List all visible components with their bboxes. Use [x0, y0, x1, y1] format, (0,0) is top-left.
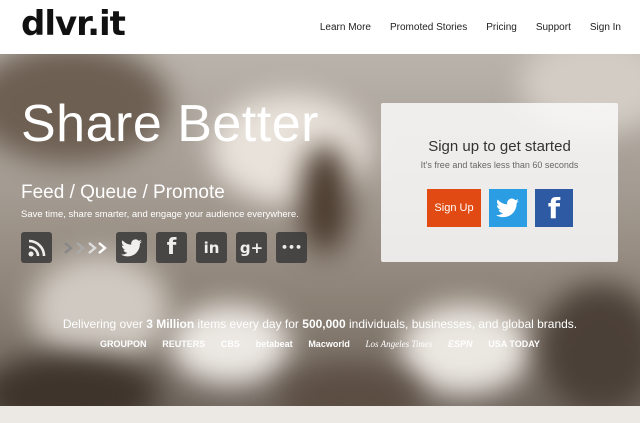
- page-headline: Share Better: [21, 95, 319, 153]
- brand-logo: ESPN: [448, 339, 473, 349]
- signup-panel: Sign up to get started It's free and tak…: [381, 103, 618, 262]
- top-navigation-bar: dlvr.it Learn More Promoted Stories Pric…: [0, 0, 640, 54]
- arrows-icon: [61, 232, 107, 263]
- nav-pricing[interactable]: Pricing: [486, 22, 517, 33]
- brand-logo: Macworld: [308, 339, 350, 349]
- facebook-icon: f: [156, 232, 187, 263]
- site-logo[interactable]: dlvr.it: [21, 4, 126, 44]
- bg-blur: [540, 284, 640, 406]
- tagline: Save time, share smarter, and engage you…: [21, 209, 299, 220]
- nav-learn-more[interactable]: Learn More: [320, 22, 371, 33]
- items-count: 3 Million: [146, 317, 195, 331]
- bg-blur: [0, 354, 160, 406]
- brand-logo: betabeat: [255, 339, 293, 349]
- service-icon-row: f in g+ •••: [21, 232, 307, 264]
- facebook-icon: f: [547, 191, 561, 225]
- sign-up-button[interactable]: Sign Up: [427, 189, 481, 227]
- twitter-icon: [496, 198, 519, 218]
- bg-blur: [300, 144, 350, 254]
- twitter-icon: [116, 232, 147, 263]
- signup-note: It's free and takes less than 60 seconds: [420, 160, 579, 170]
- sub-headline: Feed / Queue / Promote: [21, 182, 225, 203]
- facebook-signup-button[interactable]: f: [535, 189, 573, 227]
- twitter-signup-button[interactable]: [489, 189, 527, 227]
- individuals-count: 500,000: [302, 317, 346, 331]
- brand-logo: Los Angeles Times: [365, 339, 433, 349]
- bg-blur: [280, 364, 420, 406]
- brand-logo: CBS: [220, 339, 240, 349]
- hero-section: Share Better Feed / Queue / Promote Save…: [0, 54, 640, 406]
- nav-sign-in[interactable]: Sign In: [590, 22, 621, 33]
- stats-line: Delivering over 3 Million items every da…: [62, 317, 578, 331]
- brand-logos: GROUPON REUTERS CBS betabeat Macworld Lo…: [100, 339, 540, 349]
- nav-support[interactable]: Support: [536, 22, 571, 33]
- brand-logo: REUTERS: [162, 339, 206, 349]
- rss-icon: [21, 232, 52, 263]
- google-plus-icon: g+: [236, 232, 267, 263]
- more-icon: •••: [276, 232, 307, 263]
- nav-promoted-stories[interactable]: Promoted Stories: [390, 22, 467, 33]
- linkedin-icon: in: [196, 232, 227, 263]
- footer-strip: [0, 406, 640, 423]
- main-nav: Learn More Promoted Stories Pricing Supp…: [320, 0, 640, 54]
- signup-title: Sign up to get started: [428, 138, 571, 155]
- brand-logo: USA TODAY: [488, 339, 540, 349]
- brand-logo: GROUPON: [100, 339, 147, 349]
